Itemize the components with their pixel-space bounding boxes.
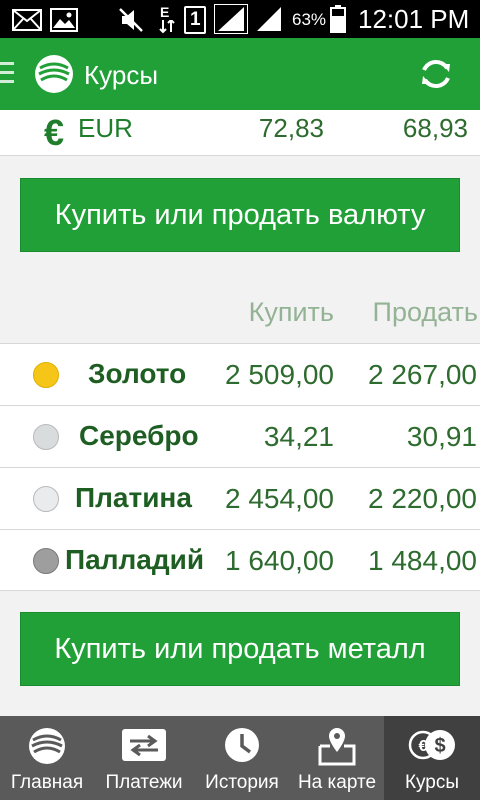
metal-name: Платина [75,482,192,513]
platinum-dot-icon [33,486,59,512]
metal-sell-rate: 1 484,00 [368,545,477,576]
nav-label: Главная [10,772,84,793]
currency-icon: € $ [408,730,455,760]
palladium-dot-icon [33,548,59,574]
column-header-buy: Купить [248,297,334,327]
euro-icon: € [44,112,65,153]
image-icon [50,8,78,32]
svg-text:$: $ [434,735,445,757]
metal-name: Палладий [65,544,205,575]
mail-icon [12,9,42,31]
metal-row-palladium: Палладий 1 640,00 1 484,00 [0,529,480,591]
clock-icon [225,728,259,762]
metals-table: Золото 2 509,00 2 267,00 Серебро 34,21 3… [0,343,480,591]
buy-sell-metal-button[interactable]: Купить или продать металл [20,612,460,686]
sber-logo-icon [29,728,65,764]
metal-buy-rate: 1 640,00 [225,545,334,576]
buy-sell-currency-button[interactable]: Купить или продать валюту [20,178,460,252]
status-bar: E 1 63% 12:01 PM [0,0,480,38]
app-bar: Курсы [0,38,480,110]
column-header-sell: Продать [372,297,478,327]
nav-item-history[interactable]: История [194,716,290,800]
signal-strength-icon [214,4,248,34]
nav-item-map[interactable]: На карте [290,716,384,800]
nav-item-payments[interactable]: Платежи [94,716,194,800]
nav-label: История [205,772,279,793]
nav-item-rates[interactable]: € $ Курсы [384,716,480,800]
metal-sell-rate: 2 220,00 [368,483,477,514]
nav-label: Курсы [404,772,460,793]
nav-label: На карте [297,772,377,793]
clock-time: 12:01 PM [358,4,470,34]
metal-name: Серебро [79,420,199,451]
refresh-icon[interactable] [416,54,456,94]
sberbank-logo-icon [35,55,73,93]
battery-icon [330,5,346,33]
map-icon [318,728,356,766]
nav-item-home[interactable]: Главная [0,716,94,800]
page-title: Курсы [84,60,159,90]
bottom-navigation: Главная Платежи История На карте € $ Кур… [0,716,480,800]
menu-icon[interactable] [0,60,16,86]
metal-row-platinum: Платина 2 454,00 2 220,00 [0,467,480,529]
mute-icon [119,8,143,32]
metal-buy-rate: 2 509,00 [225,359,334,390]
data-e-icon: E [158,4,176,34]
metal-row-silver: Серебро 34,21 30,91 [0,405,480,467]
battery-percent: 63% [292,10,327,29]
metal-buy-rate: 34,21 [263,421,334,452]
metal-sell-rate: 2 267,00 [368,359,477,390]
currency-code: EUR [78,113,133,143]
gold-dot-icon [33,362,59,388]
currency-buy-rate: 72,83 [258,113,324,143]
nav-label: Платежи [105,772,183,793]
metal-sell-rate: 30,91 [406,421,477,452]
metal-buy-rate: 2 454,00 [225,483,334,514]
metal-row-gold: Золото 2 509,00 2 267,00 [0,343,480,405]
metal-name: Золото [88,358,187,389]
silver-dot-icon [33,424,59,450]
signal-strength-icon-2 [257,7,281,31]
currency-rate-row: € EUR 72,83 68,93 [0,110,480,156]
currency-sell-rate: 68,93 [402,113,468,143]
sim-card-icon: 1 [184,6,206,34]
payments-icon [122,729,166,761]
